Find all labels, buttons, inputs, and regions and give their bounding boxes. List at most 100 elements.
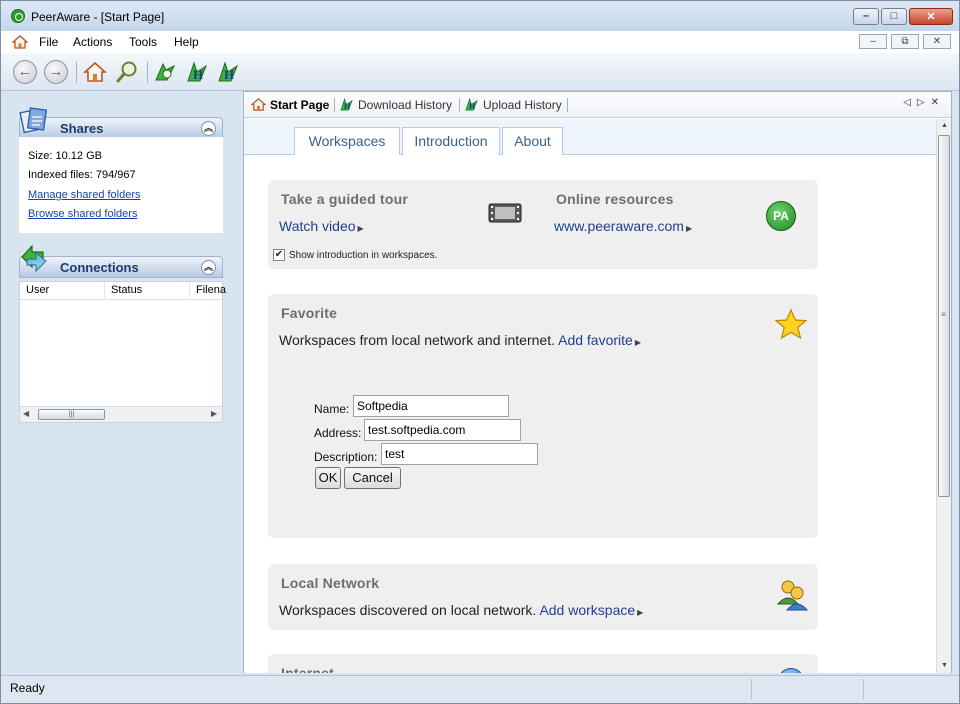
tab-close-icon[interactable]: ✕ [931,97,945,108]
favorite-title: Favorite [281,305,338,321]
minimize-button[interactable]: – [853,8,879,25]
connections-panel-header[interactable]: Connections ︽ [19,256,223,278]
upload-history-button[interactable]: H [216,60,240,84]
connections-icon [21,244,47,273]
column-user[interactable]: User [26,284,49,296]
menu-actions[interactable]: Actions [73,35,112,49]
subtab-workspaces[interactable]: Workspaces [294,127,400,155]
show-intro-checkbox[interactable]: ✔ [273,249,285,261]
favorite-card: Favorite Workspaces from local network a… [268,294,818,538]
menu-bar: File Actions Tools Help – ⧉ ✕ [1,31,959,53]
download-history-icon: H [340,97,353,111]
ok-button[interactable]: OK [315,467,341,489]
cancel-button[interactable]: Cancel [344,467,401,489]
tab-navigation: ◁▷✕ [903,97,945,108]
search-button[interactable] [115,60,139,84]
scroll-thumb[interactable]: ≡ [938,135,950,497]
globe-icon [778,668,804,673]
download-history-button[interactable]: H [185,60,209,84]
toolbar-separator [76,61,77,83]
toolbar: ← → H H [1,53,959,91]
maximize-button[interactable]: □ [881,8,907,25]
status-text: Ready [10,681,45,695]
upload-history-icon: H [465,97,478,111]
manage-shared-folders-link[interactable]: Manage shared folders [28,189,141,201]
guided-tour-card: Take a guided tour Watch video ▶ Online r… [268,180,818,269]
status-pane [863,679,933,699]
grip-icon: ≡ [941,310,946,319]
menu-tools[interactable]: Tools [129,35,157,49]
scroll-down-icon[interactable]: ▼ [941,662,948,669]
column-divider[interactable] [189,282,190,300]
close-icon: ✕ [926,11,936,23]
back-button[interactable]: ← [13,60,37,84]
tab-prev-icon[interactable]: ◁ [903,97,917,108]
shares-panel: Size: 10.12 GB Indexed files: 794/967 Ma… [19,137,223,233]
peeraware-site-link[interactable]: www.peeraware.com ▶ [554,218,692,234]
tab-label: Download History [358,98,453,112]
subtab-about[interactable]: About [502,127,563,155]
mdi-minimize-button[interactable]: – [859,34,887,49]
mdi-close-button[interactable]: ✕ [923,34,951,49]
connections-hscrollbar[interactable]: ◀ ||| ▶ [20,406,222,422]
internet-title: Internet [281,665,334,673]
connections-header: User Status Filena [20,282,226,300]
tour-title: Take a guided tour [281,191,409,207]
subtab-introduction[interactable]: Introduction [402,127,500,155]
svg-text:H: H [224,67,234,82]
menu-file[interactable]: File [39,35,58,49]
close-button[interactable]: ✕ [909,8,953,25]
browse-shared-folders-link[interactable]: Browse shared folders [28,208,137,220]
main-pane: Start Page H Download History H Upload H… [243,91,952,673]
name-input[interactable] [353,395,509,417]
scroll-right-icon[interactable]: ▶ [211,409,217,418]
svg-text:H: H [193,67,203,82]
window-title: PeerAware - [Start Page] [31,10,165,24]
watch-video-link[interactable]: Watch video ▶ [279,218,364,234]
peeraware-logo-text: PA [773,209,789,223]
tab-next-icon[interactable]: ▷ [917,97,931,108]
address-label: Address: [314,426,362,440]
collapse-icon[interactable]: ︽ [201,260,216,275]
column-filename[interactable]: Filena [196,284,226,296]
document-tabs: Start Page H Download History H Upload H… [244,92,951,118]
shares-panel-header[interactable]: Shares ︽ [19,117,223,139]
description-input[interactable] [381,443,538,465]
shares-indexed-files: Indexed files: 794/967 [28,169,136,181]
scroll-thumb[interactable]: ||| [38,409,105,420]
title-bar: PeerAware - [Start Page] – □ ✕ [1,1,959,31]
status-bar: Ready [1,675,959,703]
scroll-up-icon[interactable]: ▲ [941,122,948,129]
mdi-restore-button[interactable]: ⧉ [891,34,919,49]
add-workspace-link[interactable]: Add workspace [539,602,635,618]
users-icon [776,580,808,611]
tab-separator [459,98,460,112]
arrow-left-icon: ← [17,63,33,80]
window-controls: – □ ✕ [853,8,953,25]
connections-panel: User Status Filena ◀ ||| ▶ [19,281,226,423]
local-network-card: Local Network Workspaces discovered on l… [268,564,818,630]
local-network-description: Workspaces discovered on local network. … [279,602,644,618]
status-pane [751,679,861,699]
tab-separator [334,98,335,112]
scroll-left-icon[interactable]: ◀ [23,409,29,418]
menu-help[interactable]: Help [174,35,199,49]
forward-button[interactable]: → [44,60,68,84]
tab-label: Start Page [270,98,330,112]
svg-text:H: H [469,102,476,111]
svg-text:H: H [344,102,351,111]
description-label: Description: [314,450,378,464]
toolbar-separator [147,61,148,83]
address-input[interactable] [364,419,521,441]
collapse-icon[interactable]: ︽ [201,121,216,136]
column-status[interactable]: Status [111,284,142,296]
home-button[interactable] [83,60,107,84]
add-favorite-link[interactable]: Add favorite [558,332,633,348]
home-icon [251,98,266,111]
main-vscrollbar[interactable]: ▲ ≡ ▼ [936,119,951,673]
start-page-content: Workspaces Introduction About Take a gui… [244,119,936,673]
column-divider[interactable] [104,282,105,300]
shares-icon [19,107,48,134]
home-icon [12,35,28,49]
workspace-button[interactable] [153,60,177,84]
